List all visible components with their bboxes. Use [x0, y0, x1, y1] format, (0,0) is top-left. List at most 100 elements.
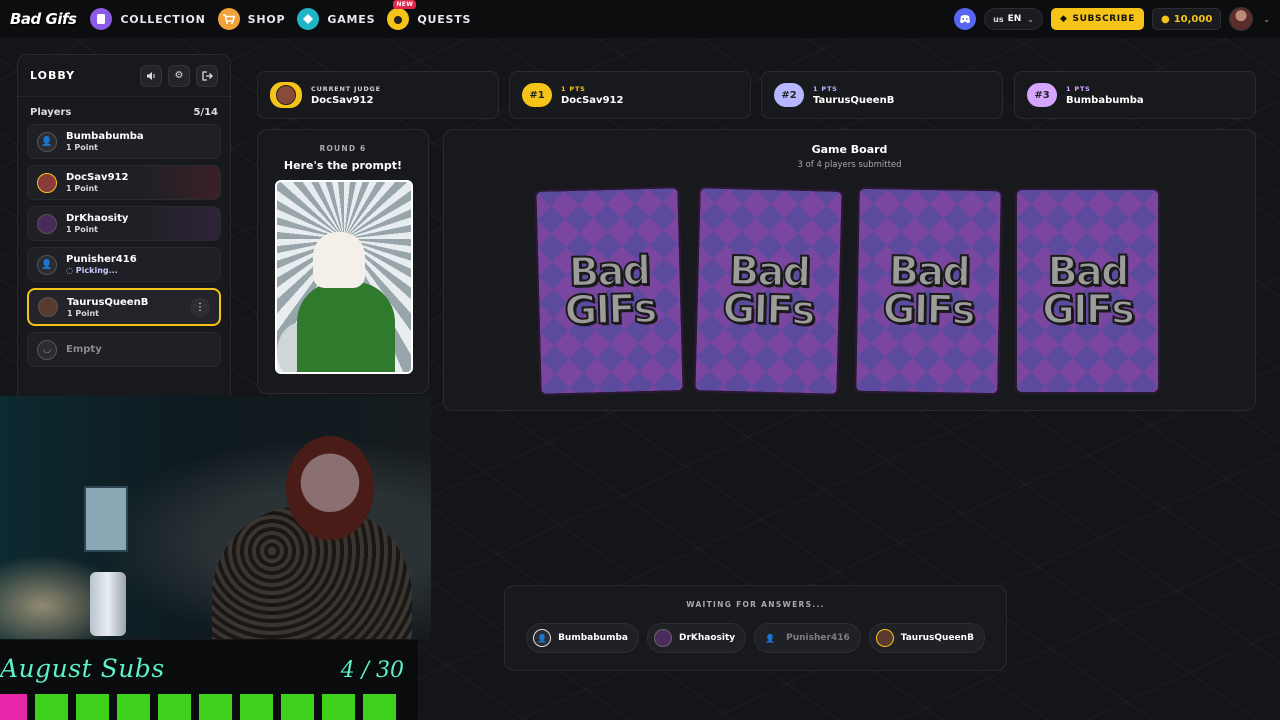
nav-quests[interactable]: NEW QUESTS — [387, 0, 472, 30]
nav-collection[interactable]: COLLECTION — [90, 8, 205, 30]
card-logo: Bad GIFs — [1041, 249, 1136, 333]
prompt-title: Here's the prompt! — [283, 159, 403, 172]
webcam-can — [90, 572, 126, 636]
nav-shop[interactable]: SHOP — [217, 8, 286, 30]
rank-badge: #3 — [1027, 83, 1057, 107]
prompt-gif — [275, 180, 413, 374]
empty-slot[interactable]: ◡ Empty — [27, 332, 221, 367]
answer-card[interactable]: Bad GIFs — [693, 186, 844, 396]
subscribe-button[interactable]: ◆ SUBSCRIBE — [1051, 8, 1144, 30]
player-points: 1 Point — [66, 143, 98, 152]
player-row-self[interactable]: TaurusQueenB 1 Point ⋮ — [27, 288, 221, 326]
chip-name: DrKhaosity — [678, 633, 736, 643]
player-status-text: Picking... — [75, 266, 118, 275]
player-status: ◌ Picking... — [66, 266, 137, 275]
goal-segment — [117, 694, 150, 720]
player-name: DrKhaosity — [66, 213, 129, 224]
avatar — [38, 297, 58, 317]
rank-points: 1 PTS — [1066, 84, 1091, 93]
player-name: Punisher416 — [66, 254, 137, 265]
sound-button[interactable] — [140, 64, 162, 87]
nav-quests-label: QUESTS — [417, 12, 472, 26]
goal-segment — [240, 694, 273, 720]
player-row[interactable]: 👤 Bumbabumba 1 Point — [27, 124, 221, 159]
board-subtitle: 3 of 4 players submitted — [797, 160, 902, 170]
board-title: Game Board — [811, 143, 888, 156]
waiting-player-chips: 👤 Bumbabumba DrKhaosity 👤 Punisher416 Ta… — [505, 623, 1006, 653]
user-icon: 👤 — [37, 254, 57, 275]
avatar — [875, 629, 894, 647]
user-icon: 👤 — [533, 629, 552, 647]
empty-seat-icon: ◡ — [37, 339, 57, 360]
chip-name: Bumbabumba — [558, 633, 628, 643]
lobby-title: LOBBY — [30, 69, 76, 82]
settings-button[interactable]: ⚙ — [168, 64, 190, 87]
coin-amount: 10,000 — [1173, 13, 1213, 25]
player-points: 1 Point — [66, 225, 98, 234]
user-avatar[interactable] — [1229, 7, 1254, 31]
nav-shop-label: SHOP — [247, 12, 286, 26]
player-row[interactable]: 👤 Punisher416 ◌ Picking... — [27, 247, 221, 282]
new-badge: NEW — [393, 0, 417, 9]
judge-name: DocSav912 — [311, 94, 374, 106]
lobby-actions: ⚙ — [140, 64, 218, 87]
user-icon: 👤 — [765, 633, 776, 643]
players-label: Players — [30, 107, 72, 118]
player-chip: 👤 Bumbabumba — [526, 623, 639, 653]
player-name: DocSav912 — [66, 172, 129, 183]
subs-goal-widget: August Subs 4 / 30 — [0, 640, 418, 720]
nav-games[interactable]: GAMES — [297, 8, 375, 30]
webcam-person-head — [286, 436, 374, 540]
leave-button[interactable] — [196, 64, 218, 87]
nav-collection-label: COLLECTION — [120, 12, 206, 26]
gear-icon: ⚙ — [174, 70, 184, 81]
discord-icon[interactable] — [954, 8, 977, 30]
chip-name: TaurusQueenB — [900, 633, 974, 643]
card-logo: Bad GIFs — [563, 247, 657, 335]
speaker-icon — [146, 71, 155, 80]
player-row[interactable]: DrKhaosity 1 Point — [27, 206, 221, 241]
avatar — [37, 172, 57, 193]
rank-name: DocSav912 — [561, 94, 624, 106]
current-judge-card: CURRENT JUDGE DocSav912 — [257, 71, 499, 119]
kebab-menu-icon: ⋮ — [195, 301, 205, 313]
players-count: 5/14 — [193, 107, 218, 118]
more-options-button[interactable]: ⋮ — [190, 297, 210, 317]
players-header: Players 5/14 — [18, 97, 230, 124]
answer-card[interactable]: Bad GIFs — [534, 186, 685, 396]
logo[interactable]: Bad Gifs — [10, 10, 77, 28]
player-points: 1 Point — [67, 308, 99, 318]
rank-name: Bumbabumba — [1066, 94, 1144, 106]
player-name: Bumbabumba — [66, 131, 144, 142]
rank-badge: #1 — [522, 83, 552, 107]
player-chip: TaurusQueenB — [868, 623, 985, 653]
waiting-title: WAITING FOR ANSWERS... — [686, 600, 825, 609]
language-selector[interactable]: us EN ⌄ — [984, 8, 1043, 30]
judge-avatar — [270, 82, 302, 108]
game-board: Game Board 3 of 4 players submitted Bad … — [443, 129, 1256, 411]
judge-label: CURRENT JUDGE — [311, 84, 381, 93]
goal-segment — [158, 694, 191, 720]
user-icon: 👤 — [37, 131, 57, 152]
language-label: EN — [1007, 14, 1022, 24]
avatar — [653, 629, 672, 647]
subs-goal-bar — [0, 694, 396, 720]
rank-card-1: #1 1 PTS DocSav912 — [509, 71, 751, 119]
goal-segment — [0, 694, 27, 720]
nav-right: us EN ⌄ ◆ SUBSCRIBE ● 10,000 ⌄ — [954, 7, 1270, 31]
subscribe-label: SUBSCRIBE — [1072, 14, 1135, 24]
subs-goal-count: 4 / 30 — [340, 658, 404, 683]
player-row[interactable]: DocSav912 1 Point — [27, 165, 221, 200]
empty-slot-label: Empty — [66, 344, 102, 355]
player-points: 1 Point — [66, 184, 98, 193]
answer-card[interactable]: Bad GIFs — [1015, 188, 1160, 394]
subs-goal-title: August Subs — [0, 654, 165, 683]
quests-icon: NEW — [387, 0, 417, 30]
chevron-down-icon[interactable]: ⌄ — [1263, 15, 1270, 24]
spinner-icon: ◌ — [66, 266, 73, 275]
coin-balance[interactable]: ● 10,000 — [1151, 8, 1222, 30]
goal-segment — [281, 694, 314, 720]
exit-icon — [201, 70, 213, 81]
rank-name: TaurusQueenB — [813, 94, 895, 106]
answer-card[interactable]: Bad GIFs — [854, 186, 1003, 396]
